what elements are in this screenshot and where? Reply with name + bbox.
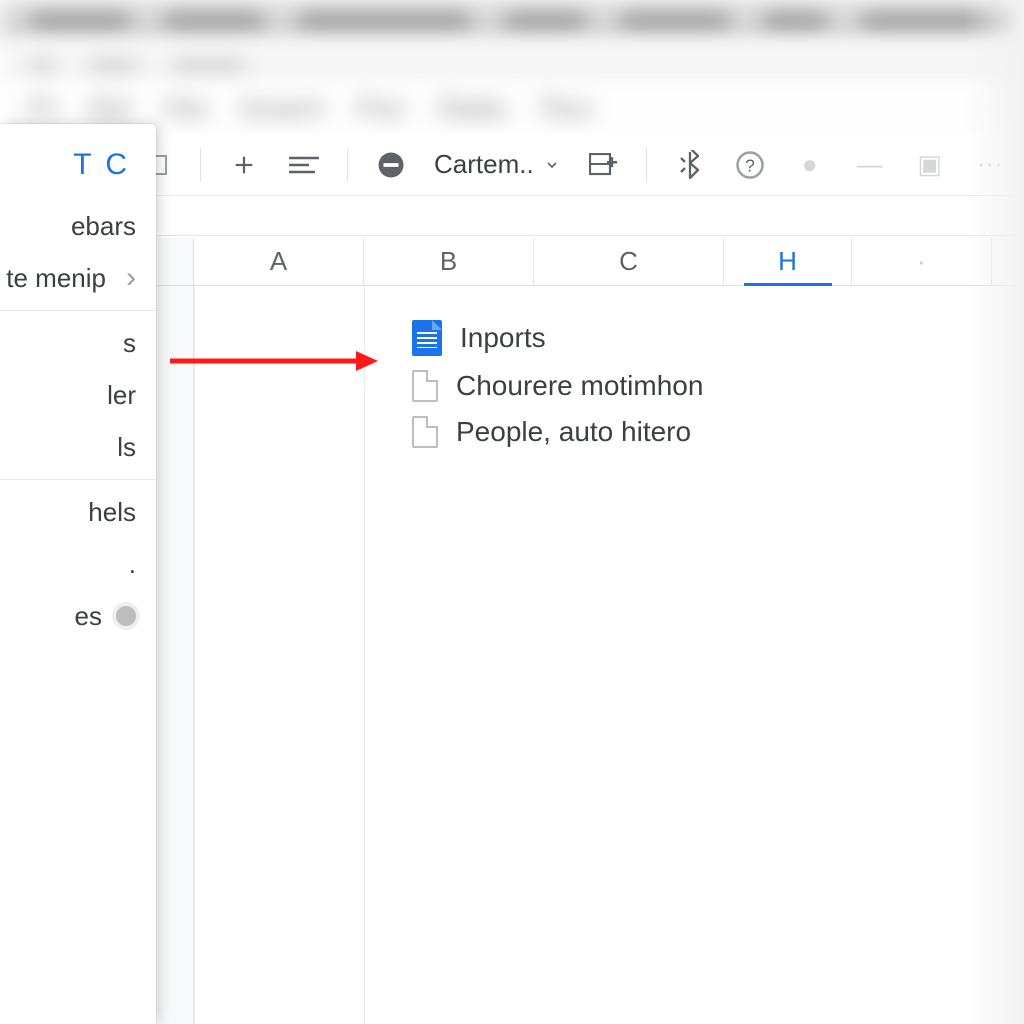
panel-item-hels[interactable]: hels: [0, 486, 156, 538]
popover-row-file1[interactable]: Chourere motimhon: [412, 370, 703, 402]
dropdown-panel: T C ebars te menip s ler ls hels . es: [0, 124, 156, 1024]
select-all-corner[interactable]: [158, 238, 194, 285]
popover-label: People, auto hitero: [456, 416, 691, 448]
help-icon[interactable]: ?: [733, 148, 767, 182]
popover-row-doc[interactable]: Inports: [412, 320, 703, 356]
font-picker[interactable]: Cartem..: [434, 149, 560, 180]
column-label: H: [778, 246, 797, 277]
popover-row-file2[interactable]: People, auto hitero: [412, 416, 703, 448]
toolbar: Cartem.. ? ● — ▣ ⋯: [120, 134, 1024, 196]
google-doc-icon: [412, 320, 442, 356]
panel-item-ebars[interactable]: ebars: [0, 200, 156, 252]
macos-menubar-blur: [0, 0, 1024, 42]
panel-item-ler[interactable]: ler: [0, 369, 156, 421]
toolbar-faded-2[interactable]: —: [853, 148, 887, 182]
status-dot-icon: [116, 606, 136, 626]
column-headers: A B C H ·: [158, 238, 1024, 286]
panel-item-dot[interactable]: .: [0, 538, 156, 590]
panel-item-s[interactable]: s: [0, 317, 156, 369]
svg-text:?: ?: [745, 155, 755, 175]
chevron-down-icon: [544, 157, 560, 173]
panel-item-label: s: [123, 328, 136, 359]
popover-label: Chourere motimhon: [456, 370, 703, 402]
column-label: A: [270, 246, 287, 277]
panel-item-ls[interactable]: ls: [0, 421, 156, 473]
column-label: B: [440, 246, 457, 277]
column-header-H[interactable]: H: [724, 238, 852, 285]
column-header-A[interactable]: A: [194, 238, 364, 285]
file-icon: [412, 416, 438, 448]
plus-icon[interactable]: [227, 148, 261, 182]
column-header-C[interactable]: C: [534, 238, 724, 285]
panel-item-label: ebars: [71, 211, 136, 242]
panel-item-label: te menip: [6, 263, 106, 294]
panel-item-label: hels: [88, 497, 136, 528]
panel-item-es[interactable]: es: [0, 590, 156, 642]
panel-item-label: .: [129, 549, 136, 580]
file-icon: [412, 370, 438, 402]
column-label: C: [619, 246, 638, 277]
font-name: Cartem..: [434, 149, 534, 180]
panel-item-submenu[interactable]: te menip: [0, 252, 156, 304]
column-header-B[interactable]: B: [364, 238, 534, 285]
panel-item-label: ls: [117, 432, 136, 463]
table-insert-icon[interactable]: [586, 148, 620, 182]
toolbar-faded-3[interactable]: ▣: [913, 148, 947, 182]
panel-item-label: es: [75, 601, 102, 632]
bluetooth-off-icon[interactable]: [673, 148, 707, 182]
browser-tabs-blur: ▭▭▭▭▭▭: [0, 42, 1024, 86]
right-edge-fade: [964, 0, 1024, 1024]
align-icon[interactable]: [287, 148, 321, 182]
formula-bar[interactable]: [158, 196, 1024, 236]
panel-item-label: ler: [107, 380, 136, 411]
remove-circle-icon[interactable]: [374, 148, 408, 182]
popover-label: Inports: [460, 322, 546, 354]
panel-header: T C: [0, 124, 156, 200]
row-gutter[interactable]: [158, 286, 194, 1024]
toolbar-faded-1[interactable]: ●: [793, 148, 827, 182]
file-popover: Inports Chourere motimhon People, auto h…: [412, 320, 703, 448]
